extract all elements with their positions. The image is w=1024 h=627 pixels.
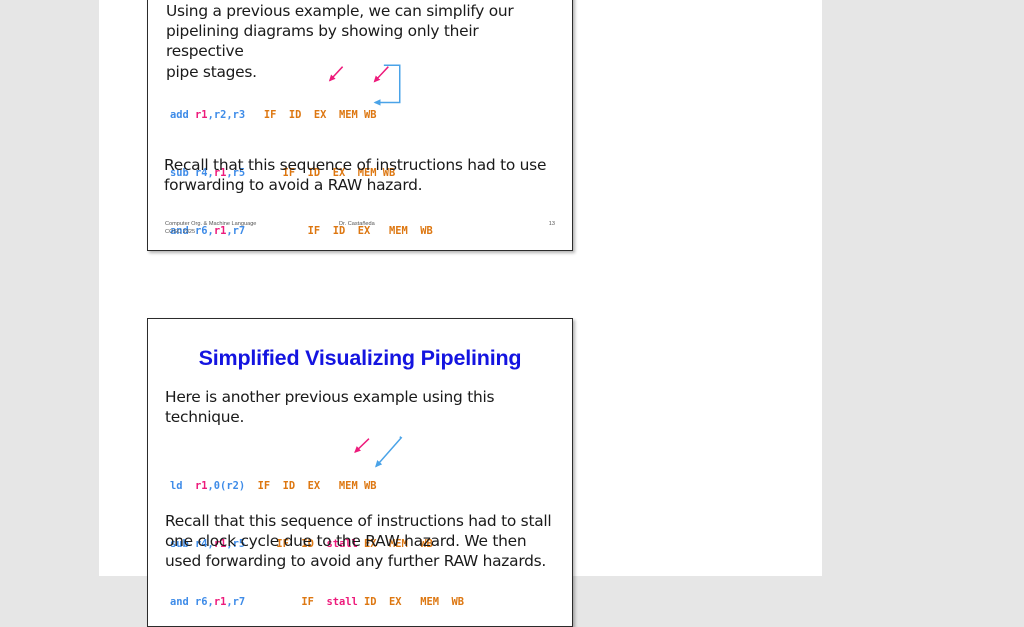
slide-2[interactable]: Simplified Visualizing Pipelining Here i… [147, 318, 573, 627]
stage-labels: IF ID EX MEM WB [245, 109, 377, 122]
operand-highlight: r1 [213, 167, 227, 180]
footer-page-number: 13 [548, 221, 555, 227]
opcode: add [170, 109, 189, 122]
operand: r6, [188, 595, 214, 608]
footer-course: Computer Org. & Machine Language COSC 23… [165, 221, 257, 235]
operand: ,r7 [226, 595, 246, 608]
slide-1-footer: Computer Org. & Machine Language COSC 23… [165, 221, 555, 241]
slide-1-content: Using a previous example, we can simplif… [148, 0, 572, 250]
stall-label: stall [326, 595, 358, 608]
slide-2-title: Simplified Visualizing Pipelining [198, 346, 522, 370]
stage-labels: ID EX MEM WB [357, 595, 465, 608]
opcode: and [170, 595, 189, 608]
operand-highlight: r1 [213, 595, 227, 608]
code-row: add r1,r2,r3 IF ID EX MEM WB [170, 108, 452, 122]
operand: r4, [188, 167, 214, 180]
code-row: and r6,r1,r7 IF stall ID EX MEM WB [170, 595, 489, 609]
footer-instructor: Dr. Castañeda [339, 221, 375, 227]
stage-labels: IF ID EX MEM WB [245, 167, 396, 180]
opcode: ld [170, 480, 183, 493]
opcode: sub [170, 167, 189, 180]
code-row: ld r1,0(r2) IF ID EX MEM WB [170, 479, 489, 493]
slide-2-content: Simplified Visualizing Pipelining Here i… [148, 319, 572, 626]
operand-highlight: r1 [195, 109, 208, 122]
stage-labels: IF [245, 595, 327, 608]
stage-labels: IF ID EX MEM WB [245, 480, 377, 493]
operand [183, 480, 196, 492]
code-row: sub r4,r1,r5 IF ID EX MEM WB [170, 166, 452, 180]
slide-2-intro-text: Here is another previous example using t… [165, 388, 495, 427]
slide-1[interactable]: Using a previous example, we can simplif… [147, 0, 573, 251]
operand: ,0(r2) [207, 480, 246, 493]
operand: ,r2,r3 [207, 109, 246, 122]
slide-2-closing-text: Recall that this sequence of instruction… [165, 512, 552, 571]
operand-highlight: r1 [195, 480, 208, 493]
operand: ,r5 [226, 167, 246, 180]
